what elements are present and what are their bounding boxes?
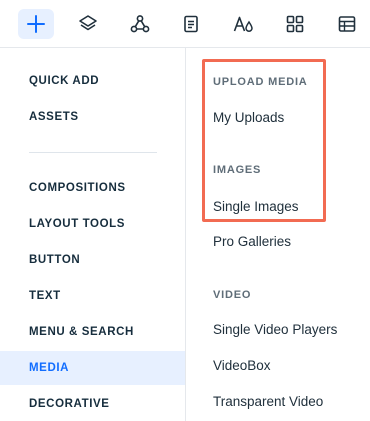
table-icon [338, 16, 356, 32]
apps-button[interactable] [277, 9, 313, 39]
images-heading: IMAGES [213, 164, 262, 176]
upload-media-heading: UPLOAD MEDIA [213, 76, 308, 88]
category-compositions[interactable]: COMPOSITIONS [0, 171, 185, 205]
media-submenu: UPLOAD MEDIA My Uploads IMAGES Single Im… [187, 48, 370, 421]
category-panel: QUICK ADD ASSETS COMPOSITIONS LAYOUT TOO… [0, 48, 186, 421]
cms-button[interactable] [329, 9, 365, 39]
transparent-video-link[interactable]: Transparent Video [213, 394, 323, 409]
category-divider [29, 152, 157, 153]
top-toolbar [0, 0, 370, 48]
category-layout-tools[interactable]: LAYOUT TOOLS [0, 207, 185, 241]
single-video-players-link[interactable]: Single Video Players [213, 322, 337, 337]
nodes-icon [130, 15, 150, 33]
site-design-button[interactable] [225, 9, 261, 39]
category-label: COMPOSITIONS [29, 182, 126, 194]
category-label: TEXT [29, 290, 61, 302]
category-button[interactable]: BUTTON [0, 243, 185, 277]
add-elements-button[interactable] [18, 9, 54, 39]
my-uploads-link[interactable]: My Uploads [213, 110, 284, 125]
category-label: ASSETS [29, 111, 79, 123]
pages-button[interactable] [173, 9, 209, 39]
category-menu-search[interactable]: MENU & SEARCH [0, 315, 185, 349]
category-assets[interactable]: ASSETS [0, 100, 185, 134]
category-media[interactable]: MEDIA [0, 351, 185, 385]
text-style-icon [233, 16, 253, 32]
plus-icon [27, 15, 45, 33]
category-label: DECORATIVE [29, 398, 110, 410]
category-label: LAYOUT TOOLS [29, 218, 126, 230]
connections-button[interactable] [122, 9, 158, 39]
layers-button[interactable] [70, 9, 106, 39]
category-label: BUTTON [29, 254, 81, 266]
layers-icon [79, 15, 97, 31]
videobox-link[interactable]: VideoBox [213, 358, 271, 373]
category-text[interactable]: TEXT [0, 279, 185, 313]
category-label: MENU & SEARCH [29, 326, 134, 338]
page-icon [184, 15, 198, 33]
apps-grid-icon [286, 15, 304, 33]
category-label: QUICK ADD [29, 75, 100, 87]
video-heading: VIDEO [213, 289, 252, 301]
category-label: MEDIA [29, 362, 70, 374]
category-decorative[interactable]: DECORATIVE [0, 387, 185, 421]
category-quick-add[interactable]: QUICK ADD [0, 64, 185, 98]
single-images-link[interactable]: Single Images [213, 199, 299, 214]
pro-galleries-link[interactable]: Pro Galleries [213, 234, 291, 249]
